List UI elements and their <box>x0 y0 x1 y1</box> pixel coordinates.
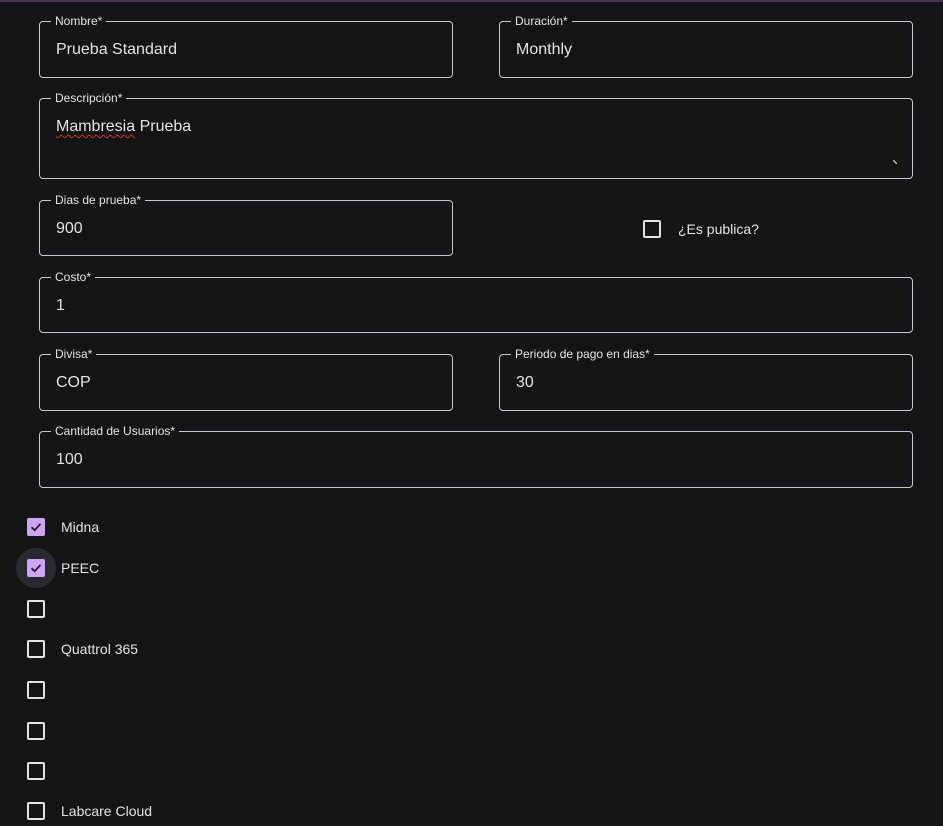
option-row[interactable] <box>16 711 61 751</box>
option-checkbox-wrap[interactable] <box>16 589 56 629</box>
descripcion-value-rest: Prueba <box>135 118 192 135</box>
es-publica-checkbox[interactable] <box>643 220 661 238</box>
nombre-field[interactable]: Nombre* Prueba Standard <box>39 14 453 78</box>
option-row[interactable]: PEEC <box>16 548 99 588</box>
cantidad-usuarios-value: 100 <box>56 451 83 468</box>
costo-field[interactable]: Costo* 1 <box>39 270 913 333</box>
es-publica-checkbox-row[interactable]: ¿Es publica? <box>643 209 759 249</box>
option-checkbox-wrap[interactable] <box>16 711 56 751</box>
nombre-value: Prueba Standard <box>56 41 177 58</box>
cantidad-usuarios-field[interactable]: Cantidad de Usuarios* 100 <box>39 424 913 488</box>
costo-label: Costo* <box>51 270 96 284</box>
spellcheck-word: Mambresia <box>56 118 136 135</box>
option-checkbox[interactable] <box>27 600 45 618</box>
option-label: Labcare Cloud <box>61 803 153 819</box>
option-checkbox[interactable] <box>27 640 45 658</box>
option-checkbox[interactable] <box>27 559 45 577</box>
dias-prueba-field[interactable]: Dias de prueba* 900 <box>39 193 453 256</box>
descripcion-label: Descripción* <box>51 91 127 105</box>
duracion-field[interactable]: Duración* Monthly <box>499 14 913 78</box>
resize-grip-icon[interactable] <box>893 160 897 164</box>
option-checkbox-wrap[interactable] <box>16 791 56 826</box>
top-divider <box>0 0 943 2</box>
option-row[interactable]: Midna <box>16 507 99 547</box>
option-row[interactable] <box>16 589 61 629</box>
descripcion-textarea[interactable]: Descripción* Mambresia Prueba <box>39 91 913 179</box>
option-row[interactable] <box>16 670 61 710</box>
cantidad-usuarios-label: Cantidad de Usuarios* <box>51 424 180 438</box>
descripcion-value: Mambresia Prueba <box>56 117 191 137</box>
periodo-pago-value: 30 <box>516 374 534 391</box>
option-checkbox[interactable] <box>27 722 45 740</box>
nombre-label: Nombre* <box>51 14 107 28</box>
option-checkbox-wrap[interactable] <box>16 548 56 588</box>
option-row[interactable]: Labcare Cloud <box>16 791 152 826</box>
periodo-pago-field[interactable]: Periodo de pago en dias* 30 <box>499 347 913 411</box>
check-icon <box>30 564 42 573</box>
option-checkbox-wrap[interactable] <box>16 670 56 710</box>
option-checkbox-wrap[interactable] <box>16 751 56 791</box>
costo-value: 1 <box>56 297 65 314</box>
duracion-label: Duración* <box>511 14 572 28</box>
option-row[interactable] <box>16 751 61 791</box>
option-label: Quattrol 365 <box>61 641 139 657</box>
option-checkbox[interactable] <box>27 681 45 699</box>
option-label: PEEC <box>61 560 100 576</box>
option-checkbox[interactable] <box>27 518 45 536</box>
divisa-field[interactable]: Divisa* COP <box>39 347 453 411</box>
duracion-value: Monthly <box>516 41 573 58</box>
option-row[interactable]: Quattrol 365 <box>16 629 138 669</box>
option-checkbox[interactable] <box>27 762 45 780</box>
divisa-label: Divisa* <box>51 347 97 361</box>
divisa-value: COP <box>56 374 91 391</box>
es-publica-label: ¿Es publica? <box>678 221 759 237</box>
option-checkbox-wrap[interactable] <box>16 507 56 547</box>
check-icon <box>30 523 42 532</box>
membership-form: Nombre* Prueba Standard Duración* Monthl… <box>0 0 943 826</box>
option-checkbox[interactable] <box>27 802 45 820</box>
dias-prueba-value: 900 <box>56 220 83 237</box>
dias-prueba-label: Dias de prueba* <box>51 193 146 207</box>
periodo-pago-label: Periodo de pago en dias* <box>511 347 654 361</box>
option-label: Midna <box>61 519 100 535</box>
option-checkbox-wrap[interactable] <box>16 629 56 669</box>
